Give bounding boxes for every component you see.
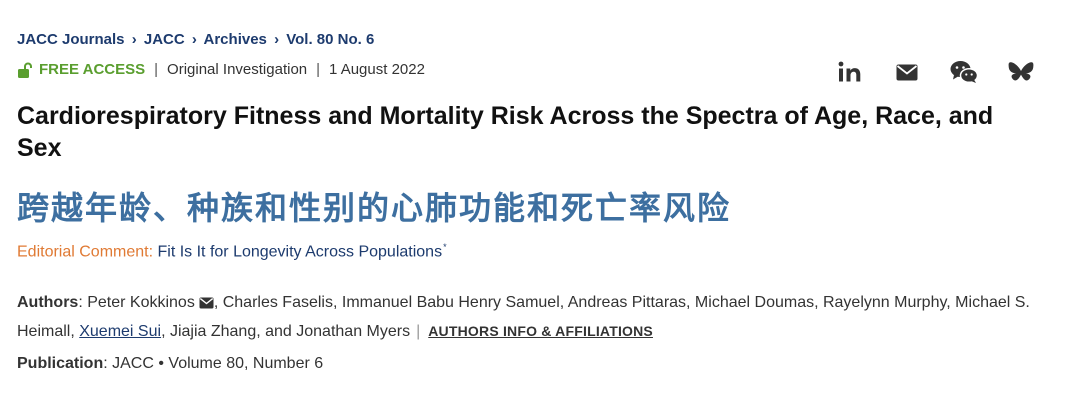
- corresponding-author-email-icon[interactable]: [199, 297, 214, 309]
- publication-info: Publication: JACC • Volume 80, Number 6: [17, 355, 323, 373]
- authors-divider: |: [416, 323, 421, 340]
- publication-colon: :: [103, 355, 113, 372]
- authors-label: Authors: [17, 294, 79, 311]
- breadcrumb-separator: ›: [274, 31, 280, 48]
- wechat-share-button[interactable]: [949, 57, 979, 87]
- authors-colon: :: [78, 294, 88, 311]
- editorial-comment-marker: *: [443, 242, 447, 252]
- authors-list-end: , Jiajia Zhang, and Jonathan Myers: [161, 323, 411, 340]
- publication-date: 1 August 2022: [329, 61, 425, 78]
- unlock-icon: [18, 62, 32, 78]
- breadcrumb-item-jacc-journals[interactable]: JACC Journals: [17, 31, 125, 48]
- free-access-label: FREE ACCESS: [39, 61, 146, 78]
- author-first[interactable]: Peter Kokkinos: [87, 294, 195, 311]
- article-meta: FREE ACCESS | Original Investigation | 1…: [17, 61, 425, 78]
- article-type: Original Investigation: [167, 61, 308, 78]
- publication-value: JACC • Volume 80, Number 6: [112, 355, 324, 372]
- breadcrumb-separator: ›: [131, 31, 137, 48]
- authors-block: Authors: Peter Kokkinos, Charles Faselis…: [17, 288, 1057, 346]
- breadcrumb-item-archives[interactable]: Archives: [204, 31, 267, 48]
- article-header: JACC Journals › JACC › Archives › Vol. 8…: [17, 0, 1080, 420]
- translated-title: 跨越年龄、种族和性别的心肺功能和死亡率风险: [17, 189, 732, 227]
- author-linked[interactable]: Xuemei Sui: [79, 323, 161, 340]
- breadcrumb: JACC Journals › JACC › Archives › Vol. 8…: [17, 31, 374, 48]
- linkedin-icon: [838, 61, 861, 82]
- wechat-icon: [950, 61, 978, 84]
- meta-divider: |: [154, 61, 159, 78]
- article-title: Cardiorespiratory Fitness and Mortality …: [17, 102, 994, 162]
- authors-affiliations-link[interactable]: AUTHORS INFO & AFFILIATIONS: [428, 323, 653, 339]
- editorial-comment-label: Editorial Comment:: [17, 243, 154, 261]
- editorial-comment-link[interactable]: Fit Is It for Longevity Across Populatio…: [158, 243, 443, 260]
- email-icon: [896, 64, 918, 80]
- editorial-comment: Editorial Comment: Fit Is It for Longevi…: [17, 242, 447, 261]
- email-share-button[interactable]: [892, 57, 922, 87]
- bluesky-share-button[interactable]: [1006, 57, 1036, 87]
- breadcrumb-separator: ›: [191, 31, 197, 48]
- linkedin-share-button[interactable]: [835, 57, 865, 87]
- bluesky-icon: [1008, 61, 1034, 80]
- meta-divider: |: [316, 61, 321, 78]
- breadcrumb-item-jacc[interactable]: JACC: [144, 31, 185, 48]
- publication-label: Publication: [17, 355, 104, 372]
- free-access-badge: FREE ACCESS: [17, 61, 145, 78]
- share-toolbar: [835, 57, 1063, 87]
- breadcrumb-item-volume[interactable]: Vol. 80 No. 6: [286, 31, 374, 48]
